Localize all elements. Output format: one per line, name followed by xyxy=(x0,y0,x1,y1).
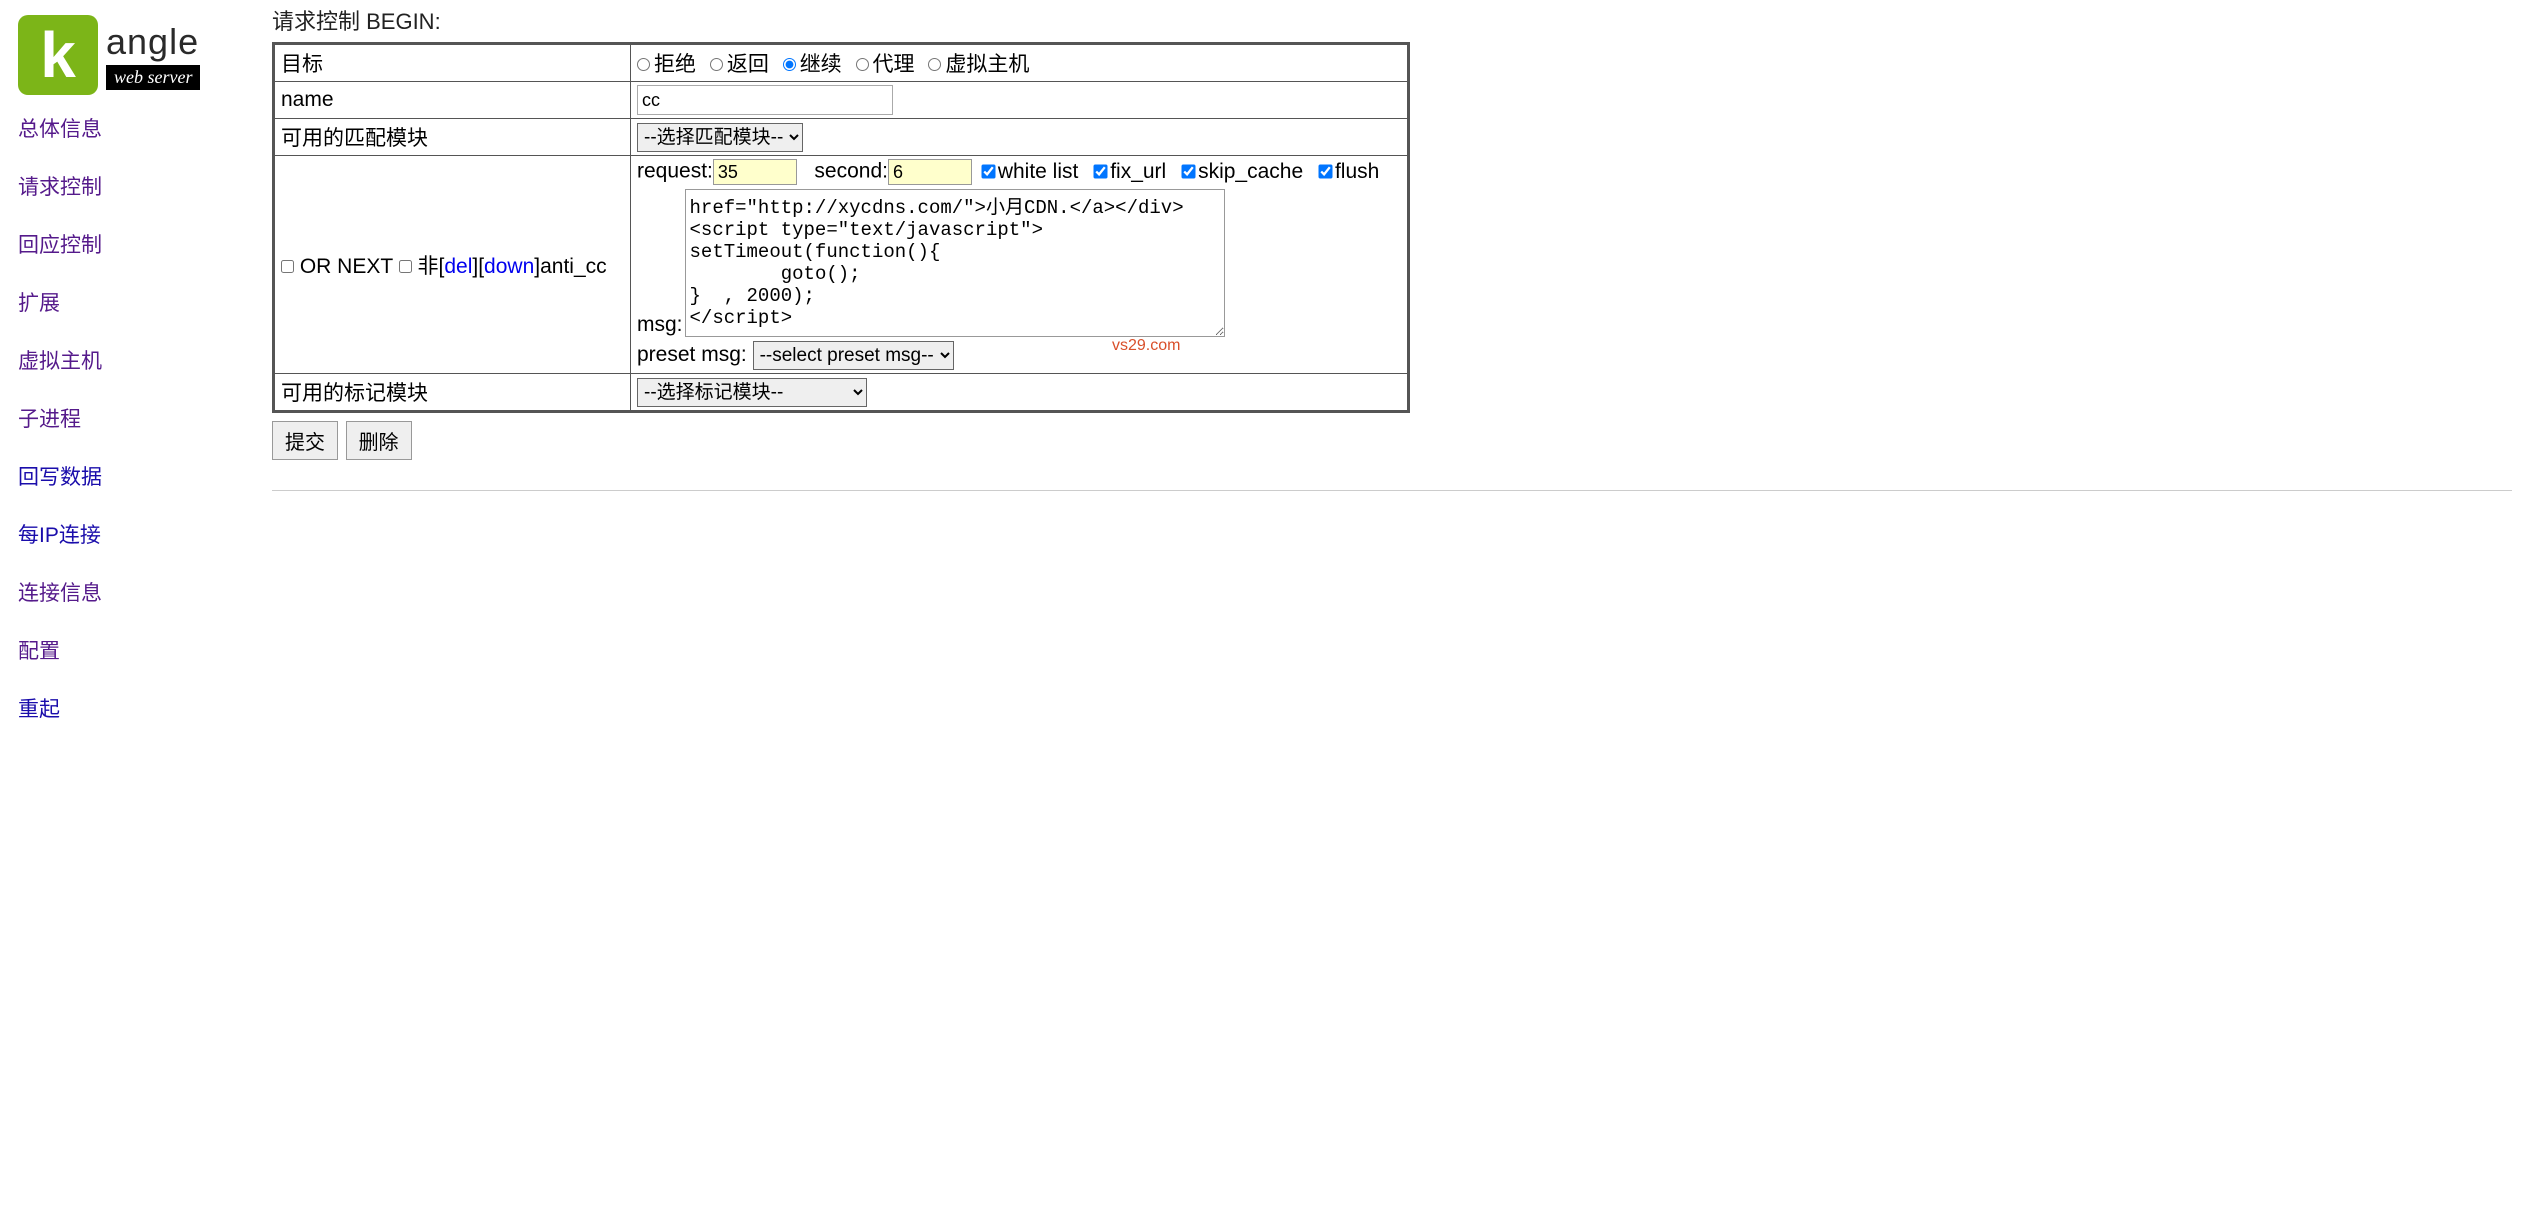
radio-reject[interactable] xyxy=(637,58,650,71)
fixurl-label: fix_url xyxy=(1110,160,1166,183)
nav-link-7[interactable]: 每IP连接 xyxy=(18,519,254,549)
radio-reject-label: 拒绝 xyxy=(654,53,696,76)
request-input[interactable] xyxy=(713,159,797,185)
or-next-label: OR NEXT xyxy=(300,255,393,278)
submit-button[interactable]: 提交 xyxy=(272,421,338,460)
nav-link-10[interactable]: 重起 xyxy=(18,693,254,723)
radio-return-label: 返回 xyxy=(727,53,769,76)
fei-label: 非 xyxy=(418,255,439,278)
msg-textarea[interactable] xyxy=(685,189,1225,337)
second-label: second: xyxy=(814,160,888,183)
page-title: 请求控制 BEGIN: xyxy=(272,4,2512,36)
match-module-label: 可用的匹配模块 xyxy=(274,119,631,156)
del-link[interactable]: del xyxy=(444,255,472,278)
fixurl-checkbox[interactable] xyxy=(1094,164,1108,178)
mark-module-select[interactable]: --选择标记模块-- xyxy=(637,378,867,407)
nav-link-5[interactable]: 子进程 xyxy=(18,403,254,433)
radio-vhost-label: 虚拟主机 xyxy=(945,53,1029,76)
nav-link-2[interactable]: 回应控制 xyxy=(18,229,254,259)
target-radio-row: 拒绝 返回 继续 代理 虚拟主机 xyxy=(631,44,1409,82)
target-label: 目标 xyxy=(274,44,631,82)
name-label: name xyxy=(274,82,631,119)
radio-continue[interactable] xyxy=(783,58,796,71)
logo-k-icon: k xyxy=(18,15,98,95)
nav-link-0[interactable]: 总体信息 xyxy=(18,113,254,143)
whitelist-checkbox[interactable] xyxy=(981,164,995,178)
logo: k angle web server xyxy=(18,15,254,95)
nav-link-9[interactable]: 配置 xyxy=(18,635,254,665)
nav-link-8[interactable]: 连接信息 xyxy=(18,577,254,607)
preset-msg-label: preset msg: xyxy=(637,343,747,366)
radio-proxy-label: 代理 xyxy=(873,53,915,76)
preset-msg-select[interactable]: --select preset msg-- xyxy=(753,341,954,370)
divider xyxy=(272,490,2512,491)
second-input[interactable] xyxy=(888,159,972,185)
radio-vhost[interactable] xyxy=(928,58,941,71)
logo-text: angle xyxy=(106,21,200,63)
match-module-select[interactable]: --选择匹配模块-- xyxy=(637,123,803,152)
flush-checkbox[interactable] xyxy=(1318,164,1332,178)
skipcache-label: skip_cache xyxy=(1198,160,1303,183)
radio-proxy[interactable] xyxy=(856,58,869,71)
nav-link-4[interactable]: 虚拟主机 xyxy=(18,345,254,375)
mark-module-label: 可用的标记模块 xyxy=(274,374,631,412)
or-next-checkbox[interactable] xyxy=(281,260,294,273)
request-label: request: xyxy=(637,160,713,183)
down-link[interactable]: down xyxy=(484,255,534,278)
fei-checkbox[interactable] xyxy=(399,260,412,273)
anticc-label: anti_cc xyxy=(540,255,607,278)
nav-link-6[interactable]: 回写数据 xyxy=(18,461,254,491)
nav-link-3[interactable]: 扩展 xyxy=(18,287,254,317)
skipcache-checkbox[interactable] xyxy=(1181,164,1195,178)
radio-continue-label: 继续 xyxy=(800,53,842,76)
flush-label: flush xyxy=(1335,160,1379,183)
whitelist-label: white list xyxy=(998,160,1079,183)
logo-subtitle: web server xyxy=(106,65,200,90)
nav-link-1[interactable]: 请求控制 xyxy=(18,171,254,201)
or-next-cell: OR NEXT 非[del][down]anti_cc xyxy=(274,156,631,374)
watermark: vs29.com xyxy=(1112,337,1180,355)
radio-return[interactable] xyxy=(710,58,723,71)
name-input[interactable] xyxy=(637,85,893,115)
msg-label: msg: xyxy=(637,313,683,337)
delete-button[interactable]: 删除 xyxy=(346,421,412,460)
